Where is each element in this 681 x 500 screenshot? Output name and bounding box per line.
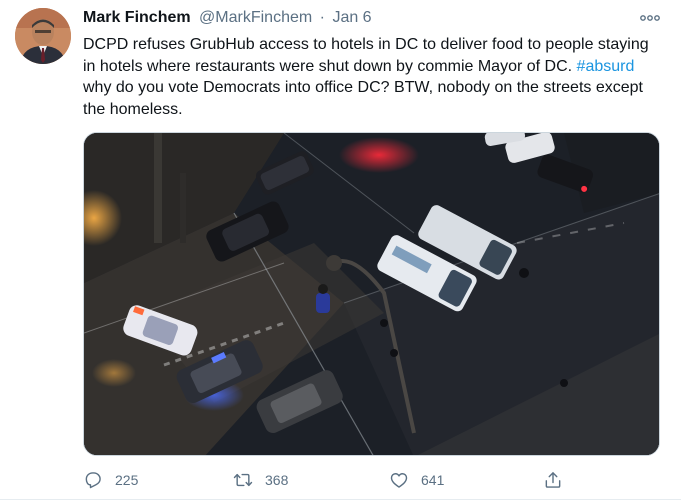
tweet-text-part2: why do you vote Democrats into office DC… bbox=[83, 79, 643, 118]
share-icon bbox=[545, 472, 561, 488]
tweet-text: DCPD refuses GrubHub access to hotels in… bbox=[83, 34, 653, 120]
like-button[interactable]: 641 bbox=[389, 468, 444, 492]
avatar[interactable] bbox=[15, 8, 71, 64]
reply-button[interactable]: 225 bbox=[83, 468, 138, 492]
share-button[interactable] bbox=[543, 468, 563, 492]
more-options-icon[interactable] bbox=[638, 8, 662, 28]
author-display-name[interactable]: Mark Finchem bbox=[83, 9, 191, 26]
reply-icon bbox=[85, 472, 101, 489]
separator: · bbox=[319, 9, 325, 26]
tweet-actions: 225 368 641 bbox=[83, 468, 573, 492]
retweet-button[interactable]: 368 bbox=[233, 468, 288, 492]
tweet-date[interactable]: Jan 6 bbox=[332, 9, 371, 26]
tweet-text-part1: DCPD refuses GrubHub access to hotels in… bbox=[83, 36, 649, 75]
retweet-count: 368 bbox=[265, 472, 289, 488]
tweet-header: Mark Finchem @MarkFinchem · Jan 6 bbox=[83, 9, 372, 27]
tweet[interactable]: Mark Finchem @MarkFinchem · Jan 6 DCPD r… bbox=[0, 0, 681, 500]
reply-count: 225 bbox=[115, 472, 139, 488]
street-photo-image bbox=[84, 133, 659, 455]
hashtag-link[interactable]: #absurd bbox=[577, 58, 635, 75]
retweet-icon bbox=[233, 473, 253, 487]
tweet-photo[interactable] bbox=[83, 132, 660, 456]
like-icon bbox=[390, 473, 408, 488]
author-handle[interactable]: @MarkFinchem bbox=[199, 9, 312, 26]
like-count: 641 bbox=[421, 472, 445, 488]
